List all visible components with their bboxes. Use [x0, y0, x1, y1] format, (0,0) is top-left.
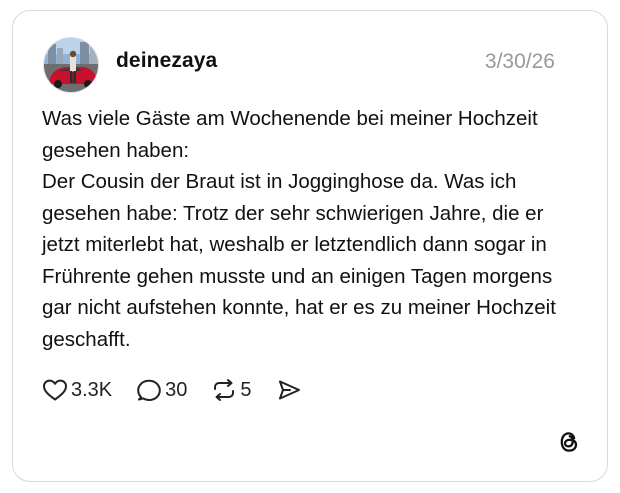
- repost-button[interactable]: 5: [211, 378, 252, 402]
- threads-logo-icon: [557, 429, 581, 455]
- action-bar: 3.3K 30 5: [42, 375, 326, 405]
- post-text: Was viele Gäste am Wochenende bei meiner…: [42, 107, 556, 351]
- share-button[interactable]: [276, 378, 302, 402]
- post-card: deinezaya 3/30/26 Was viele Gäste am Woc…: [12, 10, 608, 482]
- repost-count: 5: [240, 378, 252, 401]
- avatar-image: [44, 38, 98, 92]
- send-icon: [276, 378, 302, 402]
- speech-bubble-icon: [136, 378, 162, 402]
- reply-count: 30: [165, 378, 188, 401]
- username[interactable]: deinezaya: [116, 49, 217, 73]
- repost-icon: [211, 378, 237, 402]
- like-count: 3.3K: [71, 378, 113, 401]
- post-date: 3/30/26: [484, 50, 555, 73]
- reply-button[interactable]: 30: [136, 378, 187, 402]
- avatar[interactable]: [43, 37, 99, 93]
- like-button[interactable]: 3.3K: [42, 378, 112, 402]
- heart-icon: [42, 378, 68, 402]
